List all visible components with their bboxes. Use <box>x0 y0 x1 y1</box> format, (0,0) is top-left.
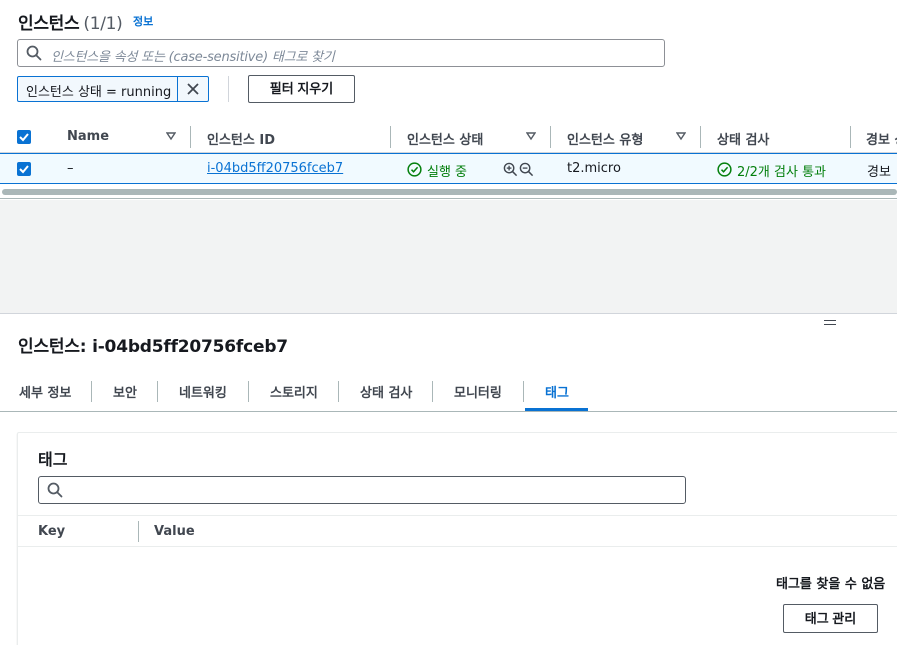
tags-title: 태그 <box>38 450 68 469</box>
panel-gap <box>0 200 897 314</box>
tab-divider <box>91 381 92 402</box>
empty-state-message: 태그를 찾을 수 없음 <box>776 577 886 592</box>
column-header-instance-type[interactable]: 인스턴스 유형 <box>567 129 643 148</box>
tab-divider <box>248 381 249 402</box>
column-divider[interactable] <box>700 126 701 148</box>
tab-divider <box>157 381 158 402</box>
filter-token-label[interactable]: 인스턴스 상태 = running <box>18 77 178 101</box>
status-ok-icon <box>717 162 732 177</box>
instances-count: (1/1) <box>83 14 123 34</box>
horizontal-scrollbar[interactable] <box>2 189 897 195</box>
tab-divider <box>523 381 524 402</box>
instance-state: 실행 중 <box>427 165 468 180</box>
checkmark-icon <box>19 165 29 174</box>
cell-name: – <box>67 161 74 176</box>
active-tab-indicator <box>525 408 588 411</box>
instance-id-link[interactable]: i-04bd5ff20756fceb7 <box>207 161 343 176</box>
zoom-out-icon[interactable] <box>519 162 534 177</box>
remove-filter-button[interactable] <box>178 77 208 101</box>
column-header-instance-id[interactable]: 인스턴스 ID <box>207 129 275 148</box>
column-header-name[interactable]: Name <box>67 129 109 144</box>
tags-table-header: Key Value <box>18 515 897 547</box>
filter-token: 인스턴스 상태 = running <box>17 76 209 102</box>
tab-divider <box>432 381 433 402</box>
instances-search-input[interactable]: 인스턴스을 속성 또는 (case-sensitive) 태그로 찾기 <box>17 39 665 67</box>
tab-tags[interactable]: 태그 <box>545 382 569 401</box>
instances-panel: 인스턴스 (1/1) 정보 인스턴스을 속성 또는 (case-sensitive… <box>0 0 897 200</box>
instances-title-text: 인스턴스 <box>18 14 80 34</box>
tab-monitoring[interactable]: 모니터링 <box>454 382 502 401</box>
search-placeholder: 인스턴스을 속성 또는 (case-sensitive) 태그로 찾기 <box>51 50 335 65</box>
column-header-status-check[interactable]: 상태 검사 <box>717 129 769 148</box>
tab-storage[interactable]: 스토리지 <box>270 382 318 401</box>
info-link[interactable]: 정보 <box>133 13 153 29</box>
column-header-instance-state[interactable]: 인스턴스 상태 <box>407 129 483 148</box>
column-divider[interactable] <box>390 126 391 148</box>
column-divider[interactable] <box>190 126 191 148</box>
detail-title: 인스턴스: i-04bd5ff20756fceb7 <box>18 337 288 357</box>
column-divider[interactable] <box>850 126 851 148</box>
clear-filters-button[interactable]: 필터 지우기 <box>248 75 355 103</box>
instance-type: t2.micro <box>567 161 621 176</box>
instances-title: 인스턴스 (1/1) <box>18 9 123 34</box>
tab-status-checks[interactable]: 상태 검사 <box>360 382 412 401</box>
zoom-in-icon[interactable] <box>503 162 518 177</box>
tags-container: 태그 Key Value 태그를 찾을 수 없음 태그 관리 <box>17 432 897 645</box>
tab-networking[interactable]: 네트워킹 <box>179 382 227 401</box>
divider <box>228 76 229 102</box>
detail-tabs: 세부 정보 보안 네트워킹 스토리지 상태 검사 모니터링 태그 <box>0 372 897 412</box>
column-divider[interactable] <box>550 126 551 148</box>
select-all-checkbox[interactable] <box>17 130 31 144</box>
divider <box>0 198 897 199</box>
search-icon <box>26 45 42 61</box>
tab-divider <box>338 381 339 402</box>
status-ok-icon <box>407 162 422 177</box>
row-checkbox[interactable] <box>17 162 31 176</box>
sort-icon[interactable] <box>166 131 176 141</box>
manage-tags-button[interactable]: 태그 관리 <box>783 604 878 633</box>
status-check: 2/2개 검사 통과 <box>737 165 826 180</box>
resize-handle-icon[interactable] <box>824 320 836 328</box>
tab-details[interactable]: 세부 정보 <box>19 382 71 401</box>
tab-security[interactable]: 보안 <box>113 382 137 401</box>
checkmark-icon <box>19 133 29 142</box>
tags-search-input[interactable] <box>38 476 686 504</box>
sort-icon[interactable] <box>526 131 536 141</box>
column-divider[interactable] <box>138 521 139 542</box>
sort-icon[interactable] <box>676 131 686 141</box>
column-header-alarm-status[interactable]: 경보 상 <box>866 129 897 148</box>
column-header-value: Value <box>154 524 195 539</box>
alarm-status: 경보 <box>867 165 891 180</box>
close-icon <box>187 83 199 95</box>
column-header-key: Key <box>38 524 66 539</box>
table-row[interactable]: – i-04bd5ff20756fceb7 실행 중 t2.micro 2/2개… <box>0 153 897 184</box>
table-header: Name 인스턴스 ID 인스턴스 상태 인스턴스 유형 상태 검사 경보 상 <box>0 122 897 153</box>
search-icon <box>47 482 63 498</box>
